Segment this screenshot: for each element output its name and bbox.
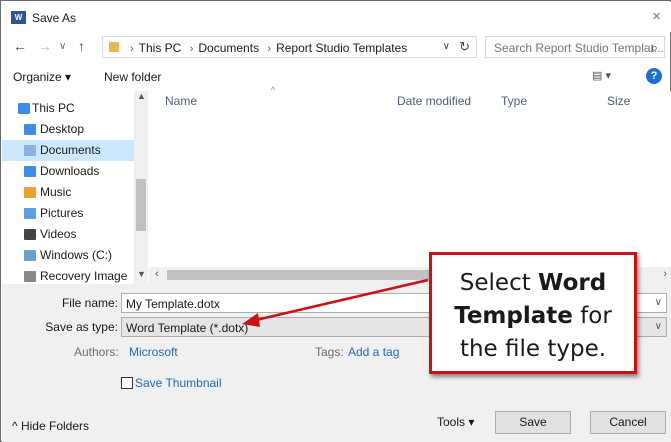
callout-emphasis: Word: [538, 270, 607, 296]
callout-text: Select: [459, 270, 539, 296]
callout-line-1: Select Word: [432, 267, 634, 300]
callout-line-2: Template for: [432, 300, 634, 333]
arrow-shaft: [255, 278, 429, 322]
callout-text: for: [572, 303, 612, 329]
callout-emphasis: Template: [454, 303, 573, 329]
arrow-head: [242, 313, 260, 327]
callout-line-3: the file type.: [459, 336, 607, 362]
callout-arrow: [242, 278, 429, 327]
instruction-callout: Select Word Template for the file type.: [429, 252, 637, 374]
